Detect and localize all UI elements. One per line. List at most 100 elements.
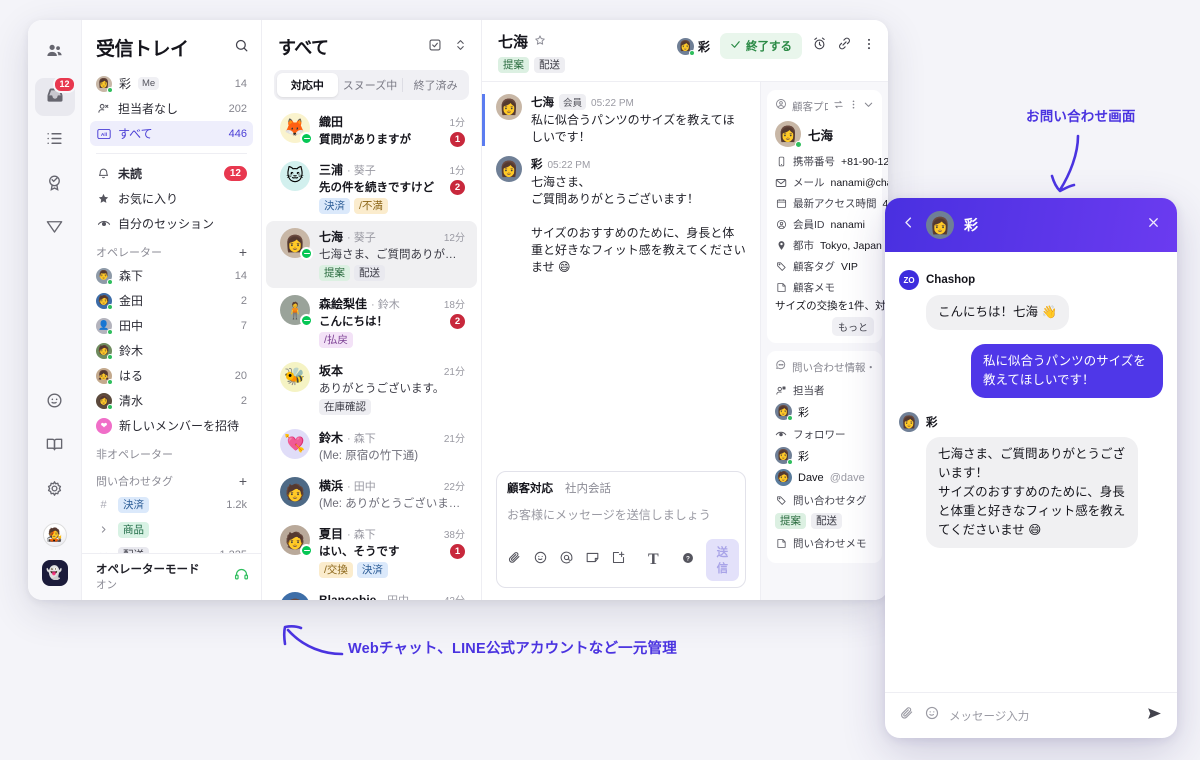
customer-profile-card: 顧客プロフィール xyxy=(767,90,888,343)
conversation-row[interactable]: 💘 鈴木 · 森下 21分 (Me: 原宿の竹下通) xyxy=(266,422,477,470)
inbox-item-all[interactable]: All すべて 446 xyxy=(90,121,253,146)
conversation-row[interactable]: 🧑 横浜 · 田中 22分 (Me: ありがとうございます！) xyxy=(266,470,477,518)
tag-item-shohin[interactable]: 商品 xyxy=(90,517,253,542)
conversation-row[interactable]: 🐱 三浦 · 葵子 1分 先の件を続きですけど 2 決済 /不満 xyxy=(266,154,477,221)
chevron-down-icon[interactable] xyxy=(863,97,874,115)
sort-icon[interactable] xyxy=(454,38,467,57)
search-icon[interactable] xyxy=(234,38,249,58)
more-vertical-icon[interactable] xyxy=(848,97,859,115)
avatar: 🦊 xyxy=(280,113,313,145)
rail-item-badge[interactable] xyxy=(35,166,75,204)
rail-item-settings[interactable] xyxy=(35,472,75,510)
inbox-filter-unread[interactable]: 未読 12 xyxy=(90,161,253,186)
tag-item-haiso[interactable]: 配送 1,225 xyxy=(90,542,253,553)
conversation-tag: 提案 xyxy=(319,265,350,281)
paperclip-icon[interactable] xyxy=(507,550,522,570)
widget-message-input[interactable]: メッセージ入力 xyxy=(949,708,1137,724)
tag-item-kessai[interactable]: # 決済 1.2k xyxy=(90,492,253,517)
phone-icon xyxy=(775,156,787,167)
unread-count-badge: 1 xyxy=(450,131,465,147)
chevron-left-icon[interactable] xyxy=(901,215,916,235)
inbox-filter-favorite[interactable]: お気に入り xyxy=(90,186,253,211)
operator-item-shimizu[interactable]: 👩 清水 2 xyxy=(90,388,253,413)
tab-closed[interactable]: 終了済み xyxy=(405,73,466,97)
rail-item-docs[interactable] xyxy=(35,428,75,466)
widget-composer[interactable]: メッセージ入力 xyxy=(885,692,1177,738)
chat-assignee[interactable]: 👩 彩 xyxy=(676,37,710,56)
rail-item-inbox[interactable]: 12 xyxy=(34,76,76,116)
composer-input[interactable]: お客様にメッセージを送信しましょう xyxy=(507,502,735,539)
conversation-preview: 七海さま、ご質問ありがと… xyxy=(319,249,465,261)
message-text: 七海さま、 ご質問ありがとうございます！ サイズのおすすめのために、身長と体重と… xyxy=(531,175,746,274)
brand-logo: ZO xyxy=(899,270,919,290)
emoji-icon[interactable] xyxy=(533,550,548,570)
conversation-row[interactable]: 🦊 織田 1分 質問がありますが 1 xyxy=(266,106,477,154)
headset-icon[interactable] xyxy=(234,567,249,587)
operator-item-morishita[interactable]: 👨 森下 14 xyxy=(90,263,253,288)
inbox-filter-my-session[interactable]: 自分のセッション xyxy=(90,211,253,236)
star-outline-icon[interactable] xyxy=(534,33,546,51)
rail-item-lists[interactable] xyxy=(35,122,75,160)
conversation-tag: 決済 xyxy=(319,198,350,214)
text-format-icon[interactable]: T xyxy=(648,552,659,568)
message-composer[interactable]: 顧客対応 社内会話 お客様にメッセージを送信しましょう T ? 送信 xyxy=(496,471,746,588)
inbox-unread-badge: 12 xyxy=(53,76,76,93)
avatar: 👩 xyxy=(775,447,793,465)
emoji-icon[interactable] xyxy=(924,705,940,726)
non-operator-group-header[interactable]: 非オペレーター xyxy=(90,438,253,465)
conversation-row[interactable]: 🐝 坂本 21分 ありがとうございます。 在庫確認 xyxy=(266,355,477,422)
conversation-operator: · 森下 xyxy=(347,433,376,445)
more-vertical-icon[interactable] xyxy=(862,37,876,56)
operator-label: 金田 xyxy=(119,294,144,308)
plus-icon[interactable]: + xyxy=(239,245,247,259)
operator-mode-footer[interactable]: オペレーターモード オン xyxy=(82,553,261,600)
conversation-row[interactable]: 🧑 夏目 · 森下 38分 はい、そうです 1 /交換 決済 xyxy=(266,518,477,585)
send-button[interactable]: 送信 xyxy=(705,539,740,581)
conversation-row[interactable]: 👩 七海 · 葵子 12分 七海さま、ご質問ありがと… 提案 配送 xyxy=(266,221,477,288)
swap-icon[interactable] xyxy=(833,97,844,115)
conversation-row[interactable]: 👩 Blancobie · 田中 42分 xyxy=(266,585,477,600)
operator-item-suzuki[interactable]: 🧑 鈴木 xyxy=(90,338,253,363)
more-button[interactable]: もっと xyxy=(832,317,874,336)
help-icon[interactable]: ? xyxy=(681,551,695,570)
operator-item-kaneda[interactable]: 🧑 金田 2 xyxy=(90,288,253,313)
app-logo[interactable]: 👻 xyxy=(41,560,68,586)
inbox-item-unassigned[interactable]: 担当者なし 202 xyxy=(90,96,253,121)
assignee-person[interactable]: 👩 彩 xyxy=(775,403,874,421)
plus-icon[interactable]: + xyxy=(239,474,247,488)
checkbox-icon[interactable] xyxy=(428,38,442,57)
follower-person[interactable]: 👩 彩 xyxy=(775,447,874,465)
rail-user-avatar[interactable]: 🧑‍🎤 xyxy=(35,516,75,554)
people-icon xyxy=(45,41,64,65)
avatar: 🧍 xyxy=(280,295,313,327)
operator-item-tanaka[interactable]: 👤 田中 7 xyxy=(90,313,253,338)
rail-item-contacts[interactable] xyxy=(35,34,75,72)
invite-member-button[interactable]: ❤ 新しいメンバーを招待 xyxy=(90,413,253,438)
paperclip-icon[interactable] xyxy=(899,705,915,726)
send-icon[interactable] xyxy=(1146,705,1163,727)
close-conversation-button[interactable]: 終了する xyxy=(720,33,802,59)
tab-snoozed[interactable]: スヌーズ中 xyxy=(340,73,401,97)
snippet-icon[interactable] xyxy=(585,550,600,570)
alarm-icon[interactable] xyxy=(812,36,827,56)
tag-group-title: 問い合わせタグ xyxy=(96,476,173,488)
rail-item-send[interactable] xyxy=(35,210,75,248)
inbox-item-me[interactable]: 👩 彩 Me 14 xyxy=(90,71,253,96)
chevron-right-icon xyxy=(96,525,111,534)
link-icon[interactable] xyxy=(837,36,852,56)
close-icon[interactable] xyxy=(1146,215,1161,235)
follower-person[interactable]: 🧑 Dave @dave xyxy=(775,469,874,486)
follower-section-label: フォロワー xyxy=(793,429,846,441)
rail-item-smiley[interactable] xyxy=(35,384,75,422)
operator-count: 2 xyxy=(240,294,247,307)
template-icon[interactable] xyxy=(611,550,626,570)
note-icon xyxy=(775,538,787,549)
composer-tab-customer[interactable]: 顧客対応 xyxy=(507,480,553,496)
tab-active[interactable]: 対応中 xyxy=(277,73,338,97)
composer-tab-internal[interactable]: 社内会話 xyxy=(565,480,611,496)
customer-memo-text: サイズの交換を1件、対 xyxy=(775,300,886,312)
inquiry-tag-section-label: 問い合わせタグ xyxy=(793,495,867,507)
mention-icon[interactable] xyxy=(559,550,574,570)
conversation-row[interactable]: 🧍 森絵梨佳 · 鈴木 18分 こんにちは！ 2 /払戻 xyxy=(266,288,477,355)
operator-item-haru[interactable]: 👧 はる 20 xyxy=(90,363,253,388)
